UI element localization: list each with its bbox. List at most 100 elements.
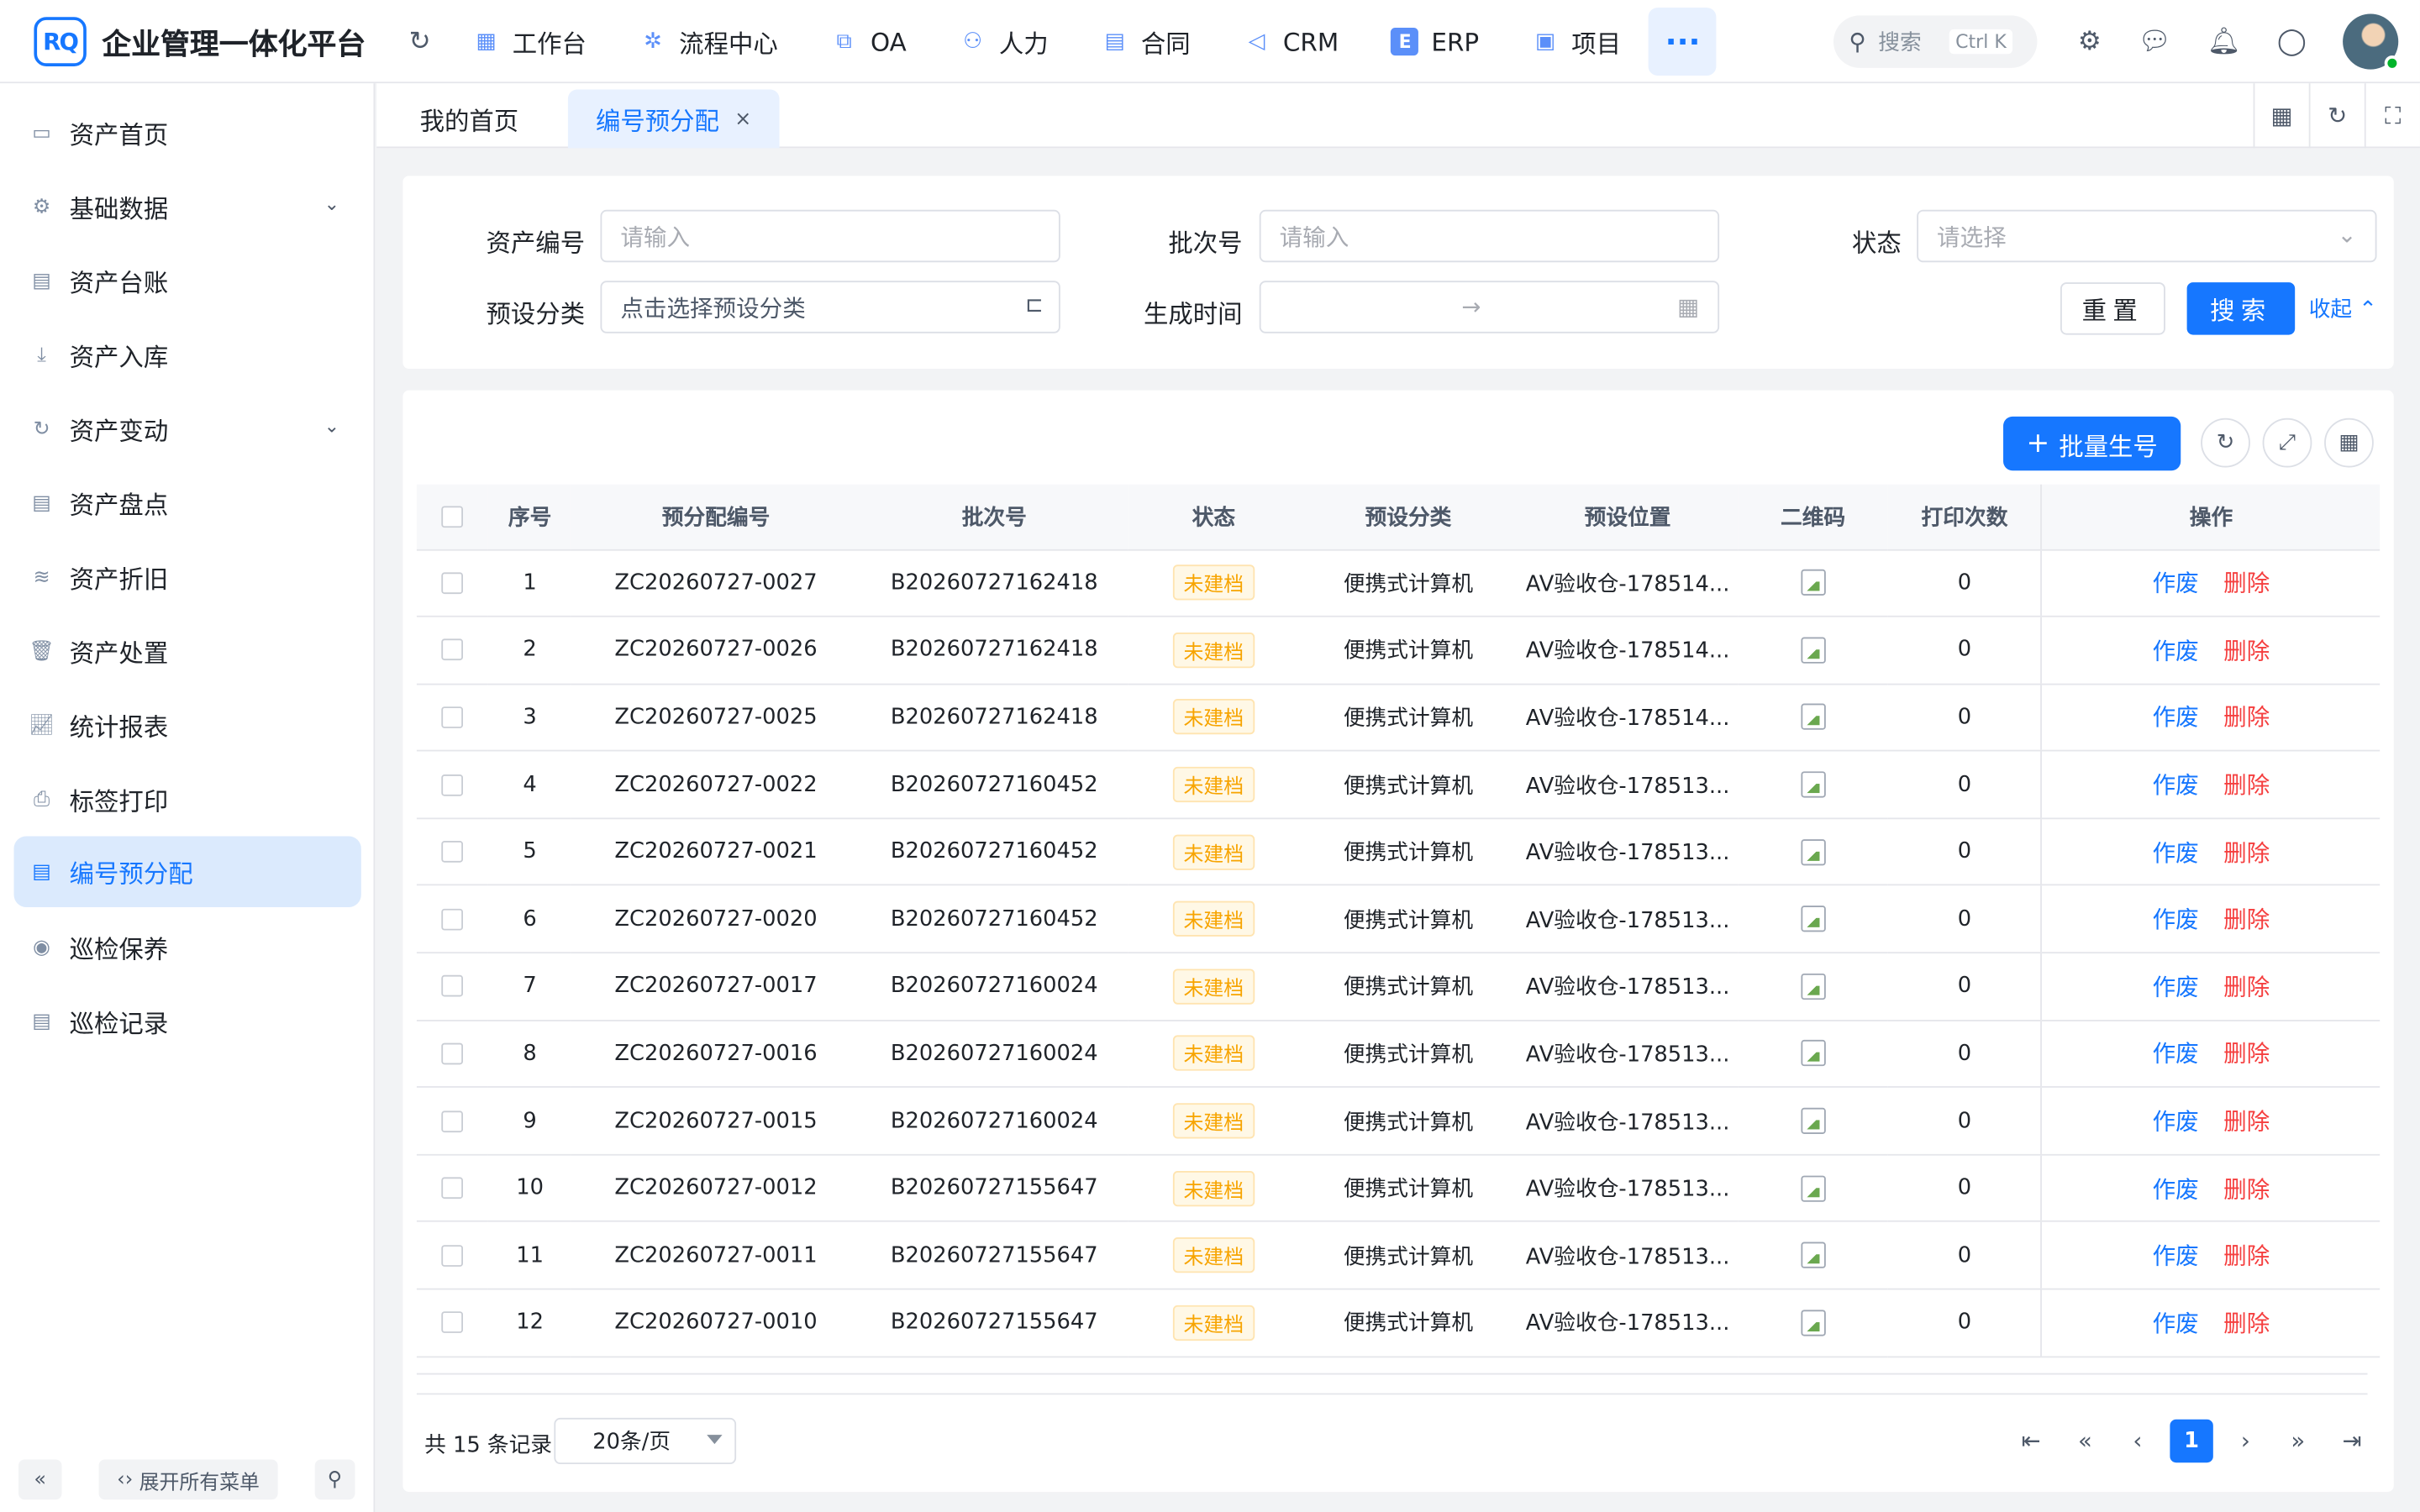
void-button[interactable]: 作废 xyxy=(2153,570,2199,597)
expand-icon[interactable]: ⤢ xyxy=(2262,417,2312,468)
column-header[interactable]: 预设分类 xyxy=(1298,484,1518,550)
collapse-sidebar-icon[interactable]: « xyxy=(18,1459,62,1500)
nav-item-hr[interactable]: ⚇ 人力 xyxy=(944,0,1064,83)
column-header[interactable]: 打印次数 xyxy=(1888,484,2042,550)
nav-item-workbench[interactable]: ▦ 工作台 xyxy=(457,0,602,83)
horizontal-scrollbar[interactable] xyxy=(416,1373,2368,1395)
nav-item-project[interactable]: ▣ 项目 xyxy=(1516,0,1636,83)
row-checkbox[interactable] xyxy=(441,706,464,728)
row-checkbox[interactable] xyxy=(441,1244,464,1267)
void-button[interactable]: 作废 xyxy=(2153,1310,2199,1337)
collapse-button[interactable]: 收起 ⌃ xyxy=(2309,293,2377,324)
delete-button[interactable]: 删除 xyxy=(2223,704,2270,732)
table-row[interactable]: 1 ZC20260727-0027 B20260727162418 未建档 便携式计算机… xyxy=(416,549,2381,617)
asset-no-input[interactable]: 请输入 xyxy=(600,209,1060,263)
broken-image-icon[interactable] xyxy=(1800,973,1826,1000)
sidebar-item-inspection-maintenance[interactable]: ◉ 巡检保养 xyxy=(14,911,361,982)
column-header[interactable]: 预分配编号 xyxy=(571,484,860,550)
status-select[interactable]: 请选择 ⌄ xyxy=(1917,209,2377,263)
prev-group-icon[interactable]: « xyxy=(2064,1420,2107,1462)
row-checkbox[interactable] xyxy=(441,841,464,864)
row-checkbox[interactable] xyxy=(441,1042,464,1065)
delete-button[interactable]: 删除 xyxy=(2223,974,2270,1001)
void-button[interactable]: 作废 xyxy=(2153,1175,2199,1203)
void-button[interactable]: 作废 xyxy=(2153,1108,2199,1136)
prev-page-icon[interactable]: ‹ xyxy=(2116,1420,2159,1462)
sidebar-item-inspection-records[interactable]: ▤ 巡检记录 xyxy=(14,986,361,1057)
broken-image-icon[interactable] xyxy=(1800,838,1826,865)
delete-button[interactable]: 删除 xyxy=(2223,1242,2270,1270)
last-page-icon[interactable]: ⇥ xyxy=(2330,1420,2373,1462)
broken-image-icon[interactable] xyxy=(1800,637,1826,664)
table-row[interactable]: 9 ZC20260727-0015 B20260727160024 未建档 便携式计算机… xyxy=(416,1087,2381,1156)
sidebar-item-asset-home[interactable]: ▭ 资产首页 xyxy=(14,97,361,168)
broken-image-icon[interactable] xyxy=(1800,1040,1826,1067)
pin-icon[interactable]: ⚲ xyxy=(314,1459,355,1500)
sidebar-item-asset-inbound[interactable]: ⤓ 资产入库 xyxy=(14,319,361,390)
row-checkbox[interactable] xyxy=(441,572,464,594)
user-avatar[interactable] xyxy=(2343,13,2401,71)
broken-image-icon[interactable] xyxy=(1800,906,1826,932)
void-button[interactable]: 作废 xyxy=(2153,637,2199,664)
row-checkbox[interactable] xyxy=(441,774,464,795)
tab-code-preallocation[interactable]: 编号预分配 × xyxy=(567,89,780,149)
sidebar-item-asset-disposal[interactable]: 🗑︎ 资产处置 xyxy=(14,616,361,686)
chat-bubble-icon[interactable]: ◯ xyxy=(2273,24,2310,60)
nav-item-workflow[interactable]: ✲ 流程中心 xyxy=(623,0,793,83)
fullscreen-icon[interactable]: ⛶ xyxy=(2364,83,2420,149)
search-button[interactable]: 搜索 xyxy=(2186,282,2296,335)
next-page-icon[interactable]: › xyxy=(2224,1420,2267,1462)
broken-image-icon[interactable] xyxy=(1800,1174,1826,1202)
row-checkbox[interactable] xyxy=(441,1110,464,1132)
broken-image-icon[interactable] xyxy=(1800,1310,1826,1336)
row-checkbox[interactable] xyxy=(441,975,464,998)
first-page-icon[interactable]: ⇤ xyxy=(2009,1420,2052,1462)
batch-generate-button[interactable]: + 批量生号 xyxy=(2003,416,2181,471)
void-button[interactable]: 作废 xyxy=(2153,906,2199,934)
settings-gear-icon[interactable]: ⚙ xyxy=(2071,24,2108,60)
page-number-current[interactable]: 1 xyxy=(2170,1419,2213,1463)
nav-item-crm[interactable]: ◁ CRM xyxy=(1228,0,1355,83)
table-row[interactable]: 5 ZC20260727-0021 B20260727160452 未建档 便携式计算机… xyxy=(416,818,2381,887)
delete-button[interactable]: 删除 xyxy=(2223,839,2270,867)
gen-time-range-picker[interactable]: → ▦ xyxy=(1259,281,1720,333)
column-header[interactable]: 序号 xyxy=(487,484,572,550)
table-row[interactable]: 3 ZC20260727-0025 B20260727162418 未建档 便携式计算机… xyxy=(416,684,2381,752)
void-button[interactable]: 作废 xyxy=(2153,704,2199,732)
close-icon[interactable]: × xyxy=(734,108,751,131)
next-group-icon[interactable]: » xyxy=(2276,1420,2319,1462)
select-all-checkbox[interactable] xyxy=(441,505,464,528)
message-icon[interactable]: 💬︎ xyxy=(2136,24,2173,60)
delete-button[interactable]: 删除 xyxy=(2223,637,2270,664)
sidebar-item-reports[interactable]: 📈︎ 统计报表 xyxy=(14,690,361,760)
preset-category-picker[interactable]: 点击选择预设分类 ⊏ xyxy=(600,281,1060,333)
row-checkbox[interactable] xyxy=(441,639,464,661)
reset-button[interactable]: 重置 xyxy=(2060,282,2165,335)
sidebar-item-asset-inventory[interactable]: ▤ 资产盘点 xyxy=(14,468,361,538)
app-logo[interactable]: RQ xyxy=(34,17,87,66)
sidebar-item-code-preallocation[interactable]: ▤ 编号预分配 xyxy=(13,836,361,907)
delete-button[interactable]: 删除 xyxy=(2223,1310,2270,1337)
void-button[interactable]: 作废 xyxy=(2153,1242,2199,1270)
table-row[interactable]: 7 ZC20260727-0017 B20260727160024 未建档 便携式计算机… xyxy=(416,953,2381,1021)
void-button[interactable]: 作废 xyxy=(2153,839,2199,867)
delete-button[interactable]: 删除 xyxy=(2223,771,2270,799)
delete-button[interactable]: 删除 xyxy=(2223,1041,2270,1068)
sidebar-item-label-print[interactable]: ⎙ 标签打印 xyxy=(14,764,361,834)
sidebar-item-asset-ledger[interactable]: ▤ 资产台账 xyxy=(14,245,361,316)
delete-button[interactable]: 删除 xyxy=(2223,1175,2270,1203)
table-row[interactable]: 11 ZC20260727-0011 B20260727155647 未建档 便携式计算… xyxy=(416,1221,2381,1290)
void-button[interactable]: 作废 xyxy=(2153,974,2199,1001)
column-header[interactable]: 批次号 xyxy=(860,484,1128,550)
broken-image-icon[interactable] xyxy=(1800,1107,1826,1135)
delete-button[interactable]: 删除 xyxy=(2223,570,2270,597)
table-row[interactable]: 8 ZC20260727-0016 B20260727160024 未建档 便携式计算机… xyxy=(416,1020,2381,1089)
table-row[interactable]: 4 ZC20260727-0022 B20260727160452 未建档 便携式计算机… xyxy=(416,751,2381,820)
broken-image-icon[interactable] xyxy=(1800,570,1826,596)
global-search[interactable]: ⚲ 搜索 Ctrl K xyxy=(1833,15,2038,68)
table-row[interactable]: 2 ZC20260727-0026 B20260727162418 未建档 便携式计算机… xyxy=(416,616,2381,685)
column-header[interactable]: 状态 xyxy=(1128,484,1299,550)
row-checkbox[interactable] xyxy=(441,1177,464,1200)
sidebar-item-basic-data[interactable]: ⚙ 基础数据 ⌄ xyxy=(14,171,361,242)
nav-item-oa[interactable]: ⧉ OA xyxy=(815,0,922,83)
